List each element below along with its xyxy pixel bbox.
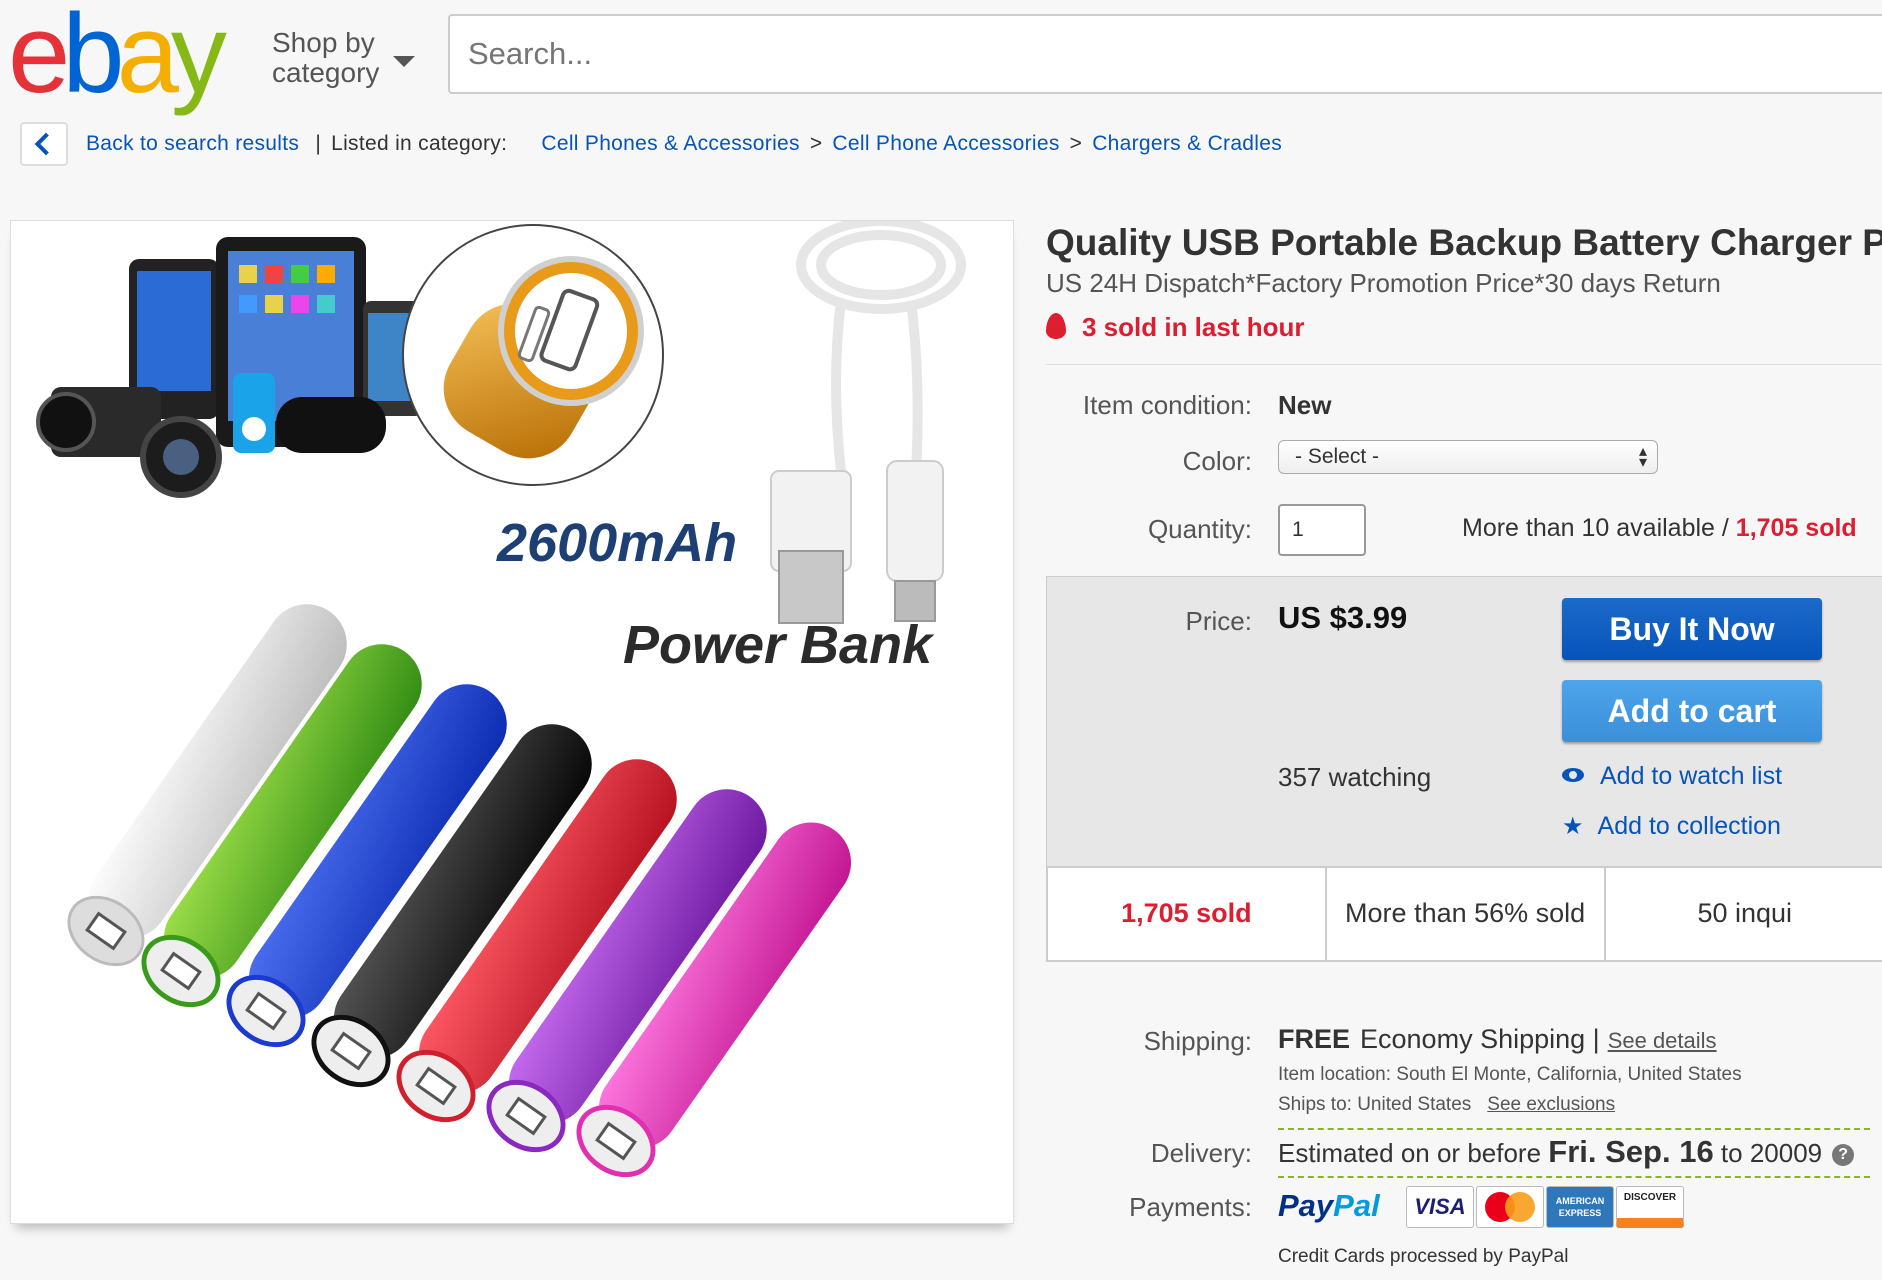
visa-card-icon: VISA [1406,1186,1474,1228]
capacity-text: 2600mAh [496,513,737,573]
breadcrumb-separator: > [1069,132,1083,155]
usb-plug-illustration [770,460,944,624]
payment-note: Credit Cards processed by PayPal [1278,1246,1569,1267]
back-button[interactable] [20,122,68,166]
item-location: Item location: South El Monte, Californi… [1278,1064,1742,1085]
product-photo: 2600mAh Power Bank [36,221,966,1178]
chevron-left-icon [34,132,58,156]
condition-label: Item condition: [1082,390,1252,420]
eye-icon [1562,768,1584,782]
condition-value: New [1278,390,1332,420]
shop-by-line1: Shop by [272,27,375,58]
item-title: Quality USB Portable Backup Battery Char… [1046,222,1882,263]
quantity-input[interactable] [1278,504,1366,556]
availability-info: More than 10 available / 1,705 sold [1462,514,1857,543]
divider [1046,364,1882,365]
breadcrumb-item-cell-phones[interactable]: Cell Phones & Accessories [541,132,799,155]
stat-inquiries: 50 inqui [1697,898,1793,928]
add-to-collection-label: Add to collection [1597,812,1781,840]
delivery-date: Fri. Sep. 16 [1548,1134,1714,1169]
search-input[interactable] [448,14,1882,94]
color-selected-value: - Select - [1295,445,1380,468]
price-label: Price: [1185,606,1252,636]
see-exclusions-link[interactable]: See exclusions [1487,1094,1615,1115]
stat-sold[interactable]: 1,705 sold [1048,868,1327,960]
dashed-divider [1278,1176,1870,1178]
watching-count: 357 watching [1278,762,1432,792]
shipping-value: FREE Economy Shipping | See details [1278,1024,1717,1055]
hot-sales-notice: 3 sold in last hour [1046,312,1304,343]
shipping-label: Shipping: [1143,1026,1252,1056]
paypal-logo: PayPal [1278,1188,1380,1223]
devices-illustration [36,237,423,498]
hot-sales-text: 3 sold in last hour [1082,312,1305,342]
add-to-cart-button[interactable]: Add to cart [1562,680,1822,742]
ships-to-text: Ships to: United States [1278,1094,1472,1115]
breadcrumb-item-chargers[interactable]: Chargers & Cradles [1092,132,1282,155]
star-icon: ★ [1562,813,1584,840]
amex-card-icon: AMERICAN EXPRESS [1546,1186,1614,1228]
availability-text: More than 10 available / [1462,514,1729,542]
product-image[interactable]: 2600mAh Power Bank [10,220,1014,1224]
shop-by-line2: category [272,57,380,88]
sold-count-link[interactable]: 1,705 sold [1736,514,1857,542]
breadcrumb-divider: | [315,132,322,155]
breadcrumb-item-accessories[interactable]: Cell Phone Accessories [832,132,1059,155]
cable-illustration [796,221,966,472]
flame-icon [1046,313,1066,339]
shop-by-category-button[interactable]: Shop by category [272,28,379,88]
power-bank-text: Power Bank [623,615,935,675]
price-value: US $3.99 [1278,600,1408,635]
breadcrumb: Back to search results | Listed in catego… [86,132,1282,156]
breadcrumb-separator: > [809,132,823,155]
delivery-label: Delivery: [1150,1138,1252,1168]
add-to-collection-link[interactable]: ★ Add to collection [1562,812,1781,841]
payments-label: Payments: [1129,1192,1252,1222]
ebay-logo[interactable]: ebay [8,0,248,110]
delivery-estimate: Estimated on or before Fri. Sep. 16 to 2… [1278,1134,1855,1170]
buy-it-now-button[interactable]: Buy It Now [1562,598,1822,660]
select-arrows-icon: ▴ ▾ [1638,443,1647,471]
sales-stats: 1,705 sold More than 56% sold 50 inqui [1046,866,1882,962]
back-to-search-link[interactable]: Back to search results [86,132,299,155]
dashed-divider [1278,1128,1870,1130]
caret-down-icon[interactable] [393,56,415,67]
discover-card-icon: DISCOVER [1616,1186,1684,1228]
shipping-divider: | [1592,1024,1600,1054]
color-label: Color: [1182,446,1252,476]
stat-percent-sold: More than 56% sold [1327,868,1606,960]
add-to-watch-list-link[interactable]: Add to watch list [1562,762,1782,791]
quantity-label: Quantity: [1147,514,1252,544]
add-to-watch-list-label: Add to watch list [1600,762,1783,790]
battery-closeup-illustration [402,224,664,486]
delivery-prefix: Estimated on or before [1278,1138,1542,1168]
delivery-zip[interactable]: to 20009 [1721,1138,1822,1168]
color-select[interactable]: - Select - ▴ ▾ [1278,440,1658,474]
listed-in-label: Listed in category: [331,132,508,155]
help-icon[interactable]: ? [1832,1144,1855,1166]
mastercard-icon [1476,1186,1544,1228]
free-shipping-text: FREE [1278,1024,1351,1054]
see-details-link[interactable]: See details [1608,1028,1717,1053]
shipping-method: Economy Shipping [1360,1024,1586,1054]
item-subtitle: US 24H Dispatch*Factory Promotion Price*… [1046,268,1721,298]
power-banks-illustration [67,604,852,1178]
ships-to: Ships to: United States See exclusions [1278,1094,1615,1116]
